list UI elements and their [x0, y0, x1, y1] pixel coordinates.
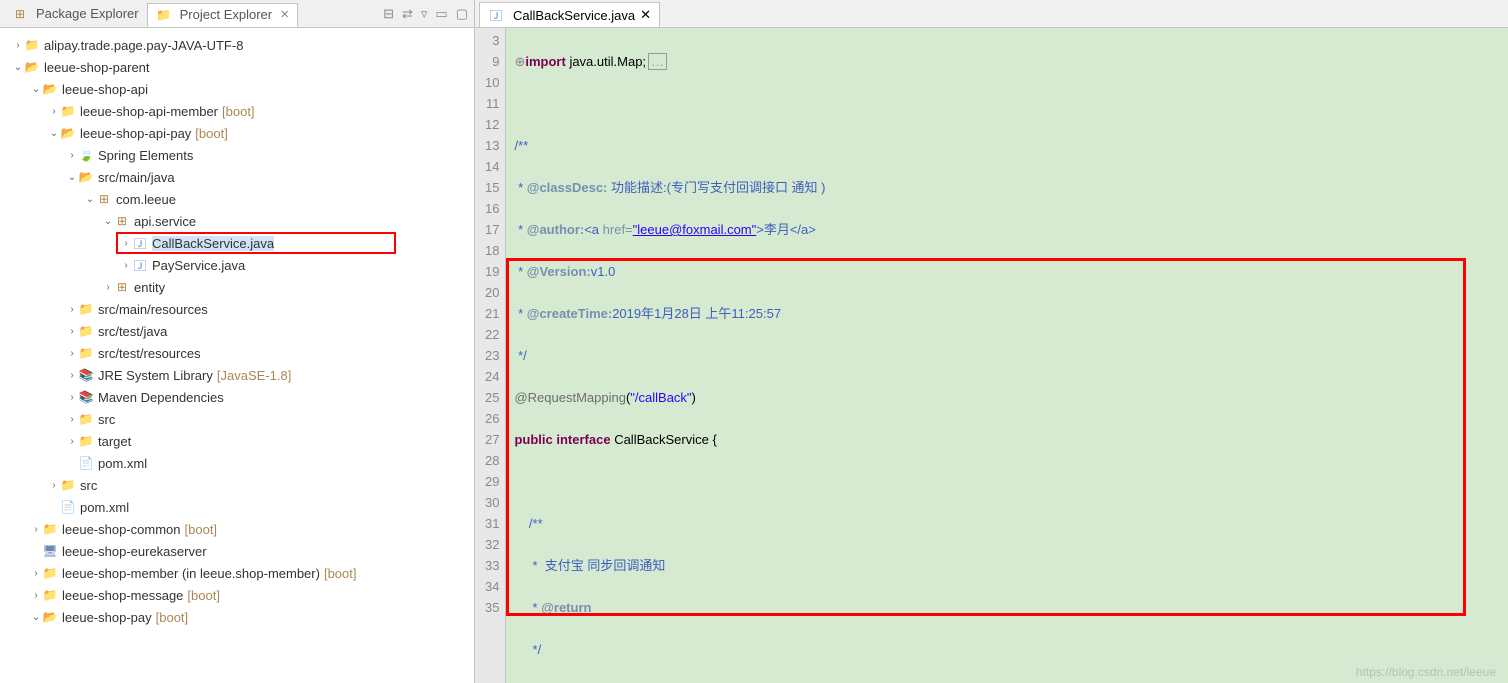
project-icon: 📁 — [156, 7, 172, 23]
close-icon[interactable]: ✕ — [640, 7, 651, 23]
tree-item[interactable]: 🖥leeue-shop-eurekaserver — [4, 540, 474, 562]
tab-label: Project Explorer — [180, 7, 272, 22]
tree-item[interactable]: ›📁src — [4, 408, 474, 430]
link-editor-icon[interactable]: ⇄ — [402, 6, 413, 22]
tree-item[interactable]: ›🄹PayService.java — [4, 254, 474, 276]
tab-package-explorer[interactable]: ⊞ Package Explorer — [4, 3, 147, 25]
view-menu-icon[interactable]: ▿ — [421, 6, 428, 22]
tree-item[interactable]: ⌄⊞api.service — [4, 210, 474, 232]
explorer-toolbar: ⊟ ⇄ ▿ ▭ ▢ — [383, 6, 474, 22]
line-numbers: 3910111213141516171819202122232425262728… — [475, 28, 506, 683]
maximize-icon[interactable]: ▢ — [456, 6, 468, 22]
tree-item[interactable]: ›🍃Spring Elements — [4, 144, 474, 166]
editor-tab-label: CallBackService.java — [513, 8, 635, 23]
editor-panel: 🄹 CallBackService.java ✕ 391011121314151… — [475, 0, 1508, 683]
java-file-icon: 🄹 — [488, 7, 504, 23]
tree-item[interactable]: ⌄📂leeue-shop-pay[boot] — [4, 606, 474, 628]
tree-item[interactable]: ›⊞entity — [4, 276, 474, 298]
close-icon[interactable]: ✕ — [280, 8, 289, 21]
code-editor[interactable]: 3910111213141516171819202122232425262728… — [475, 28, 1508, 683]
tree-item[interactable]: ›📁src/main/resources — [4, 298, 474, 320]
explorer-panel: ⊞ Package Explorer 📁 Project Explorer ✕ … — [0, 0, 475, 683]
editor-tab-callbackservice[interactable]: 🄹 CallBackService.java ✕ — [479, 2, 660, 27]
tree-item[interactable]: ›📚JRE System Library[JavaSE-1.8] — [4, 364, 474, 386]
code-content[interactable]: ⊕import java.util.Map;… /** * @classDesc… — [506, 28, 1508, 683]
tree-item[interactable]: ›📁src/test/resources — [4, 342, 474, 364]
tree-item[interactable]: ›📁src/test/java — [4, 320, 474, 342]
watermark: https://blog.csdn.net/leeue — [1356, 665, 1496, 679]
tree-item[interactable]: ⌄⊞com.leeue — [4, 188, 474, 210]
tree-item[interactable]: ›📁leeue-shop-common[boot] — [4, 518, 474, 540]
tree-item-highlighted[interactable]: ›🄹CallBackService.java — [4, 232, 474, 254]
tree-item[interactable]: ›📁alipay.trade.page.pay-JAVA-UTF-8 — [4, 34, 474, 56]
editor-tabs: 🄹 CallBackService.java ✕ — [475, 0, 1508, 28]
minimize-icon[interactable]: ▭ — [435, 6, 447, 22]
tree-item[interactable]: ›📁target — [4, 430, 474, 452]
tree-item[interactable]: ⌄📂leeue-shop-api — [4, 78, 474, 100]
project-tree[interactable]: ›📁alipay.trade.page.pay-JAVA-UTF-8⌄📂leeu… — [0, 28, 474, 683]
tab-project-explorer[interactable]: 📁 Project Explorer ✕ — [147, 3, 299, 27]
collapse-all-icon[interactable]: ⊟ — [383, 6, 394, 22]
tree-item[interactable]: ⌄📂leeue-shop-api-pay[boot] — [4, 122, 474, 144]
tab-label: Package Explorer — [36, 6, 139, 21]
tree-item[interactable]: ⌄📂src/main/java — [4, 166, 474, 188]
package-icon: ⊞ — [12, 6, 28, 22]
tree-item[interactable]: 📄pom.xml — [4, 452, 474, 474]
tree-item[interactable]: ›📁leeue-shop-message[boot] — [4, 584, 474, 606]
tree-item[interactable]: ›📁leeue-shop-member (in leeue.shop-membe… — [4, 562, 474, 584]
tree-item[interactable]: ›📁leeue-shop-api-member[boot] — [4, 100, 474, 122]
tree-item[interactable]: ›📁src — [4, 474, 474, 496]
tree-item[interactable]: 📄pom.xml — [4, 496, 474, 518]
explorer-tabs: ⊞ Package Explorer 📁 Project Explorer ✕ … — [0, 0, 474, 28]
tree-item[interactable]: ›📚Maven Dependencies — [4, 386, 474, 408]
tree-item[interactable]: ⌄📂leeue-shop-parent — [4, 56, 474, 78]
